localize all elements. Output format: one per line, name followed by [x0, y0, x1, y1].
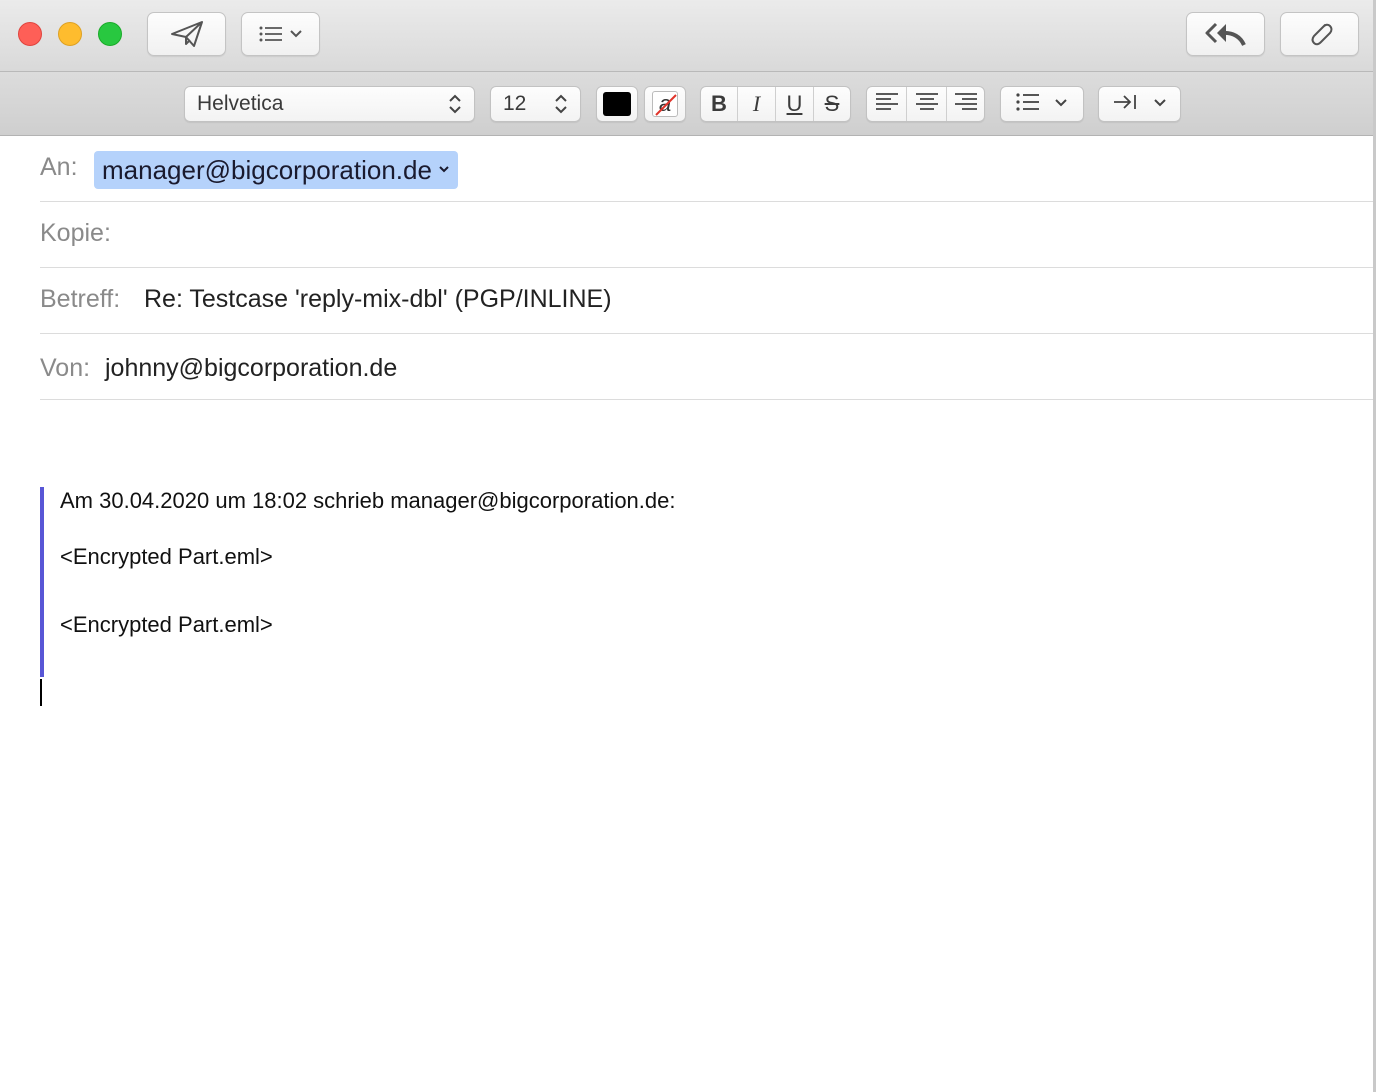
reply-all-icon [1204, 20, 1248, 48]
font-family-select[interactable]: Helvetica [184, 86, 475, 122]
to-label: An: [40, 153, 78, 181]
list-style-select[interactable] [1000, 86, 1084, 122]
chevron-down-icon[interactable] [438, 161, 450, 179]
recipient-token[interactable]: manager@bigcorporation.de [94, 151, 458, 189]
quote-bar [40, 487, 44, 677]
underline-button[interactable]: U [776, 87, 814, 121]
align-center-button[interactable] [907, 87, 947, 121]
paperclip-icon [1305, 19, 1335, 49]
cc-label: Kopie: [40, 219, 111, 247]
text-background-icon: a [652, 91, 678, 117]
chevron-down-icon [1054, 95, 1068, 113]
chevron-down-icon [289, 29, 303, 39]
background-color-button[interactable]: a [644, 86, 686, 122]
text-caret [40, 679, 42, 706]
to-field-row: An: manager@bigcorporation.de [40, 136, 1373, 202]
quote-intro: Am 30.04.2020 um 18:02 schrieb manager@b… [60, 488, 676, 513]
chevron-down-icon [1153, 95, 1167, 113]
text-style-group: B I U S [700, 86, 851, 122]
italic-label: I [752, 91, 761, 116]
subject-label: Betreff: [40, 285, 121, 313]
bold-button[interactable]: B [701, 87, 738, 121]
color-swatch [603, 92, 631, 116]
send-button[interactable] [147, 12, 226, 56]
updown-arrows-icon [444, 92, 466, 116]
align-right-icon [954, 92, 978, 117]
close-window-button[interactable] [18, 22, 42, 46]
attachment-link[interactable]: <Encrypted Part.eml> [60, 544, 273, 570]
list-icon [259, 25, 283, 43]
font-size-select[interactable]: 12 [490, 86, 581, 122]
from-account-select[interactable]: johnny@bigcorporation.de [105, 354, 397, 383]
strikethrough-label: S [824, 91, 840, 116]
align-center-icon [915, 92, 939, 117]
from-label: Von: [40, 354, 91, 382]
cc-field-row[interactable]: Kopie: [40, 202, 1373, 268]
bold-label: B [711, 91, 727, 116]
indent-icon [1113, 92, 1139, 117]
zoom-window-button[interactable] [98, 22, 122, 46]
header-fields-menu-button[interactable] [241, 12, 320, 56]
text-color-button[interactable] [596, 86, 638, 122]
from-field-row[interactable]: Von: johnny@bigcorporation.de [40, 334, 1373, 400]
indent-select[interactable] [1098, 86, 1181, 122]
bullet-list-icon [1016, 92, 1040, 117]
alignment-group [866, 86, 985, 122]
font-family-value: Helvetica [197, 92, 284, 115]
minimize-window-button[interactable] [58, 22, 82, 46]
align-left-icon [875, 92, 899, 117]
updown-arrows-icon [550, 92, 572, 116]
align-left-button[interactable] [867, 87, 907, 121]
attachment-link[interactable]: <Encrypted Part.eml> [60, 612, 273, 638]
align-right-button[interactable] [947, 87, 984, 121]
paper-plane-icon [169, 19, 205, 49]
font-size-value: 12 [503, 92, 527, 115]
strikethrough-button[interactable]: S [814, 87, 850, 121]
subject-input[interactable]: Re: Testcase 'reply-mix-dbl' (PGP/INLINE… [144, 285, 612, 314]
subject-field-row[interactable]: Betreff: Re: Testcase 'reply-mix-dbl' (P… [40, 268, 1373, 334]
window-toolbar [0, 0, 1373, 72]
italic-button[interactable]: I [738, 87, 776, 121]
format-bar: Helvetica 12 a B I U S [0, 72, 1373, 136]
underline-label: U [786, 91, 803, 116]
recipient-address: manager@bigcorporation.de [102, 154, 432, 185]
attach-file-button[interactable] [1280, 12, 1359, 56]
reply-all-button[interactable] [1186, 12, 1265, 56]
